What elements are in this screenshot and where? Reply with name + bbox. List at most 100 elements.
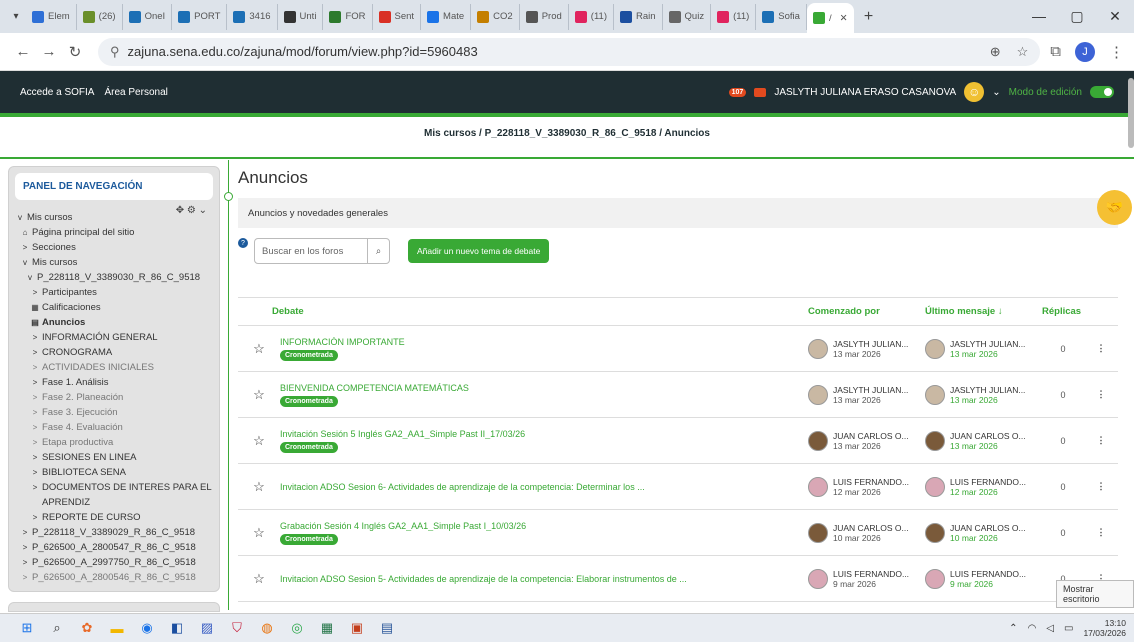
address-bar[interactable]: ⚲ zajuna.sena.edu.co/zajuna/mod/forum/vi… xyxy=(98,37,1041,66)
nav-tree-item[interactable]: > CRONOGRAMA xyxy=(15,345,213,360)
nav-tree-item[interactable]: APRENDIZ xyxy=(15,495,213,510)
author-avatar[interactable] xyxy=(808,522,828,543)
discussion-title-link[interactable]: Invitacion ADSO Sesion 5- Actividades de… xyxy=(280,574,800,584)
discussion-title-link[interactable]: Invitación Sesión 5 Inglés GA2_AA1_Simpl… xyxy=(280,429,800,439)
messages-icon[interactable] xyxy=(754,87,767,97)
author-name[interactable]: JUAN CARLOS O... xyxy=(833,431,909,441)
help-assistant-button[interactable]: 🤝 xyxy=(1097,190,1132,225)
browser-tab[interactable]: Unti xyxy=(278,3,324,30)
search-icon[interactable]: ⌕ xyxy=(367,239,389,263)
store-icon[interactable]: ◧ xyxy=(164,618,190,638)
replies-count[interactable]: 0 xyxy=(1042,344,1084,354)
author-name[interactable]: LUIS FERNANDO... xyxy=(833,569,909,579)
last-post-date[interactable]: 10 mar 2026 xyxy=(950,533,1026,543)
replies-count[interactable]: 0 xyxy=(1042,436,1084,446)
new-tab-button[interactable]: + xyxy=(854,6,884,28)
discussion-title-link[interactable]: Grabación Sesión 4 Inglés GA2_AA1_Simple… xyxy=(280,521,800,531)
nav-tree-item[interactable]: > BIBLIOTECA SENA xyxy=(15,465,213,480)
zoom-icon[interactable]: ⊕ xyxy=(990,44,1001,60)
author-name[interactable]: JASLYTH JULIAN... xyxy=(833,385,908,395)
browser-tab[interactable]: Rain xyxy=(614,3,663,30)
volume-icon[interactable]: ◁ xyxy=(1046,623,1054,634)
browser-tab[interactable]: Quiz xyxy=(663,3,712,30)
tray-chevron-icon[interactable]: ⌃ xyxy=(1009,623,1017,634)
reload-icon[interactable]: ↻ xyxy=(62,43,88,61)
nav-tree-item[interactable]: > Fase 4. Evaluación xyxy=(15,420,213,435)
last-author-name[interactable]: JASLYTH JULIAN... xyxy=(950,339,1025,349)
edge-icon[interactable]: ◉ xyxy=(134,618,160,638)
nav-tree-item[interactable]: > P_626500_A_2800546_R_86_C_9518 xyxy=(15,570,213,585)
row-actions-menu-icon[interactable]: ⋮ xyxy=(1084,481,1118,492)
minimize-icon[interactable]: — xyxy=(1020,8,1058,25)
nav-tree-item[interactable]: > Fase 3. Ejecución xyxy=(15,405,213,420)
row-actions-menu-icon[interactable]: ⋮ xyxy=(1084,389,1118,400)
nav-tree-item[interactable]: > Etapa productiva xyxy=(15,435,213,450)
tab-search-icon[interactable]: ▾ xyxy=(6,6,26,28)
last-author-name[interactable]: JUAN CARLOS O... xyxy=(950,431,1026,441)
nav-tree-item[interactable]: > P_228118_V_3389029_R_86_C_9518 xyxy=(15,525,213,540)
nav-tree-item[interactable]: ▦ Calificaciones xyxy=(15,300,213,315)
browser-menu-icon[interactable]: ⋮ xyxy=(1109,43,1124,61)
author-name[interactable]: JASLYTH JULIAN... xyxy=(833,339,908,349)
close-window-icon[interactable]: ✕ xyxy=(1096,8,1134,25)
browser-tab[interactable]: (11) xyxy=(711,3,757,30)
column-debate[interactable]: Debate xyxy=(272,306,808,317)
nav-tree-item[interactable]: > P_626500_A_2997750_R_86_C_9518 xyxy=(15,555,213,570)
widgets-icon[interactable]: ✿ xyxy=(74,618,100,638)
last-author-avatar[interactable] xyxy=(925,430,945,451)
nav-tree-item[interactable]: > Fase 1. Análisis xyxy=(15,375,213,390)
back-icon[interactable]: ← xyxy=(10,43,36,60)
powerpoint-icon[interactable]: ▣ xyxy=(344,618,370,638)
last-post-date[interactable]: 13 mar 2026 xyxy=(950,441,1026,451)
nav-tree-item[interactable]: > REPORTE DE CURSO xyxy=(15,510,213,525)
browser-tab[interactable]: Mate xyxy=(421,3,472,30)
word-icon[interactable]: ▤ xyxy=(374,618,400,638)
forum-search-input[interactable]: Buscar en los foros ⌕ xyxy=(254,238,390,264)
nav-tree-item[interactable]: > DOCUMENTOS DE INTERES PARA EL xyxy=(15,480,213,495)
edit-mode-toggle[interactable] xyxy=(1090,86,1114,98)
nav-tree-item[interactable]: ▤ Anuncios xyxy=(15,315,213,330)
breadcrumb[interactable]: Mis cursos / P_228118_V_3389030_R_86_C_9… xyxy=(0,128,1134,139)
user-avatar[interactable]: ☺ xyxy=(964,82,985,102)
last-author-name[interactable]: LUIS FERNANDO... xyxy=(950,569,1026,579)
user-menu-chevron-icon[interactable]: ⌄ xyxy=(992,87,1000,98)
favourite-star-icon[interactable]: ☆ xyxy=(238,387,280,403)
favourite-star-icon[interactable]: ☆ xyxy=(238,479,280,495)
author-name[interactable]: LUIS FERNANDO... xyxy=(833,477,909,487)
browser-tab[interactable]: Sofia xyxy=(756,3,807,30)
restore-icon[interactable]: ▢ xyxy=(1058,8,1096,25)
nav-tree-item[interactable]: > ACTIVIDADES INICIALES xyxy=(15,360,213,375)
last-author-avatar[interactable] xyxy=(925,384,945,405)
nav-link-sofia[interactable]: Accede a SOFIA xyxy=(20,87,94,98)
start-icon[interactable]: ⊞ xyxy=(14,618,40,638)
favourite-star-icon[interactable]: ☆ xyxy=(238,571,280,587)
search-taskbar-icon[interactable]: ⌕ xyxy=(44,618,70,638)
file-explorer-icon[interactable]: ▬ xyxy=(104,618,130,638)
close-tab-icon[interactable]: ✕ xyxy=(840,13,848,24)
panel-actions-icon[interactable]: ✥ ⚙ ⌄ xyxy=(176,205,207,216)
last-post-date[interactable]: 12 mar 2026 xyxy=(950,487,1026,497)
author-avatar[interactable] xyxy=(808,476,828,497)
author-name[interactable]: JUAN CARLOS O... xyxy=(833,523,909,533)
replies-count[interactable]: 0 xyxy=(1042,390,1084,400)
forward-icon[interactable]: → xyxy=(36,43,62,60)
whatsapp-icon[interactable]: ◎ xyxy=(284,618,310,638)
row-actions-menu-icon[interactable]: ⋮ xyxy=(1084,527,1118,538)
chrome-icon[interactable]: ◍ xyxy=(254,618,280,638)
nav-link-area-personal[interactable]: Área Personal xyxy=(104,87,167,98)
add-discussion-button[interactable]: Añadir un nuevo tema de debate xyxy=(408,239,550,263)
browser-tab[interactable]: (11) xyxy=(569,3,614,30)
last-author-avatar[interactable] xyxy=(925,338,945,359)
author-avatar[interactable] xyxy=(808,430,828,451)
excel-icon[interactable]: ▦ xyxy=(314,618,340,638)
author-avatar[interactable] xyxy=(808,338,828,359)
last-author-avatar[interactable] xyxy=(925,522,945,543)
last-post-date[interactable]: 13 mar 2026 xyxy=(950,349,1025,359)
replies-count[interactable]: 0 xyxy=(1042,528,1084,538)
browser-tab[interactable]: Sent xyxy=(373,3,422,30)
browser-tab[interactable]: FOR xyxy=(323,3,373,30)
favourite-star-icon[interactable]: ☆ xyxy=(238,525,280,541)
row-actions-menu-icon[interactable]: ⋮ xyxy=(1084,343,1118,354)
last-author-name[interactable]: JUAN CARLOS O... xyxy=(950,523,1026,533)
site-info-icon[interactable]: ⚲ xyxy=(110,44,120,60)
